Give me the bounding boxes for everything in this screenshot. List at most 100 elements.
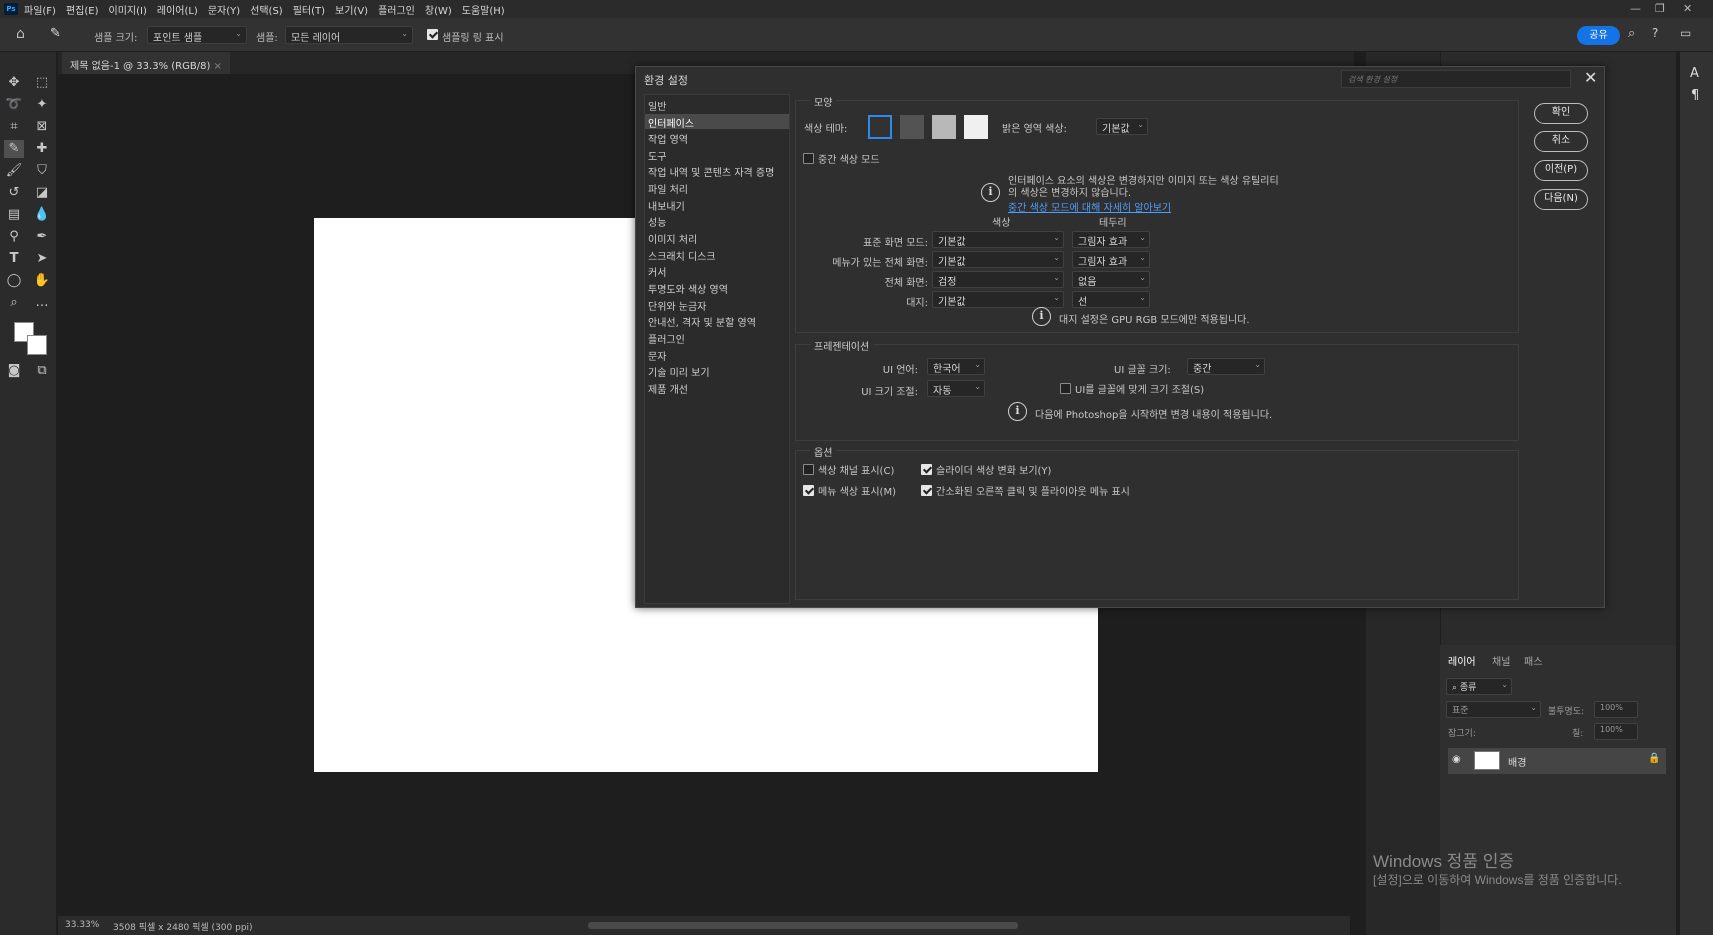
menu-file[interactable]: 파일(F) [24, 2, 56, 17]
eyedropper-tool-icon[interactable]: ✎ [50, 26, 61, 41]
search-icon[interactable]: ⌕ [1628, 26, 1635, 41]
highlight-color-select[interactable]: 기본값 ⌄ [1096, 118, 1148, 135]
nav-file-handling[interactable]: 파일 처리 [645, 180, 789, 196]
help-icon[interactable]: ? [1652, 26, 1658, 40]
fullscreen-menus-color-select[interactable]: 기본값 ⌄ [932, 251, 1064, 268]
screen-mode-icon[interactable]: ⧉ [32, 362, 52, 380]
crop-tool-icon[interactable]: ⌗ [4, 118, 24, 136]
nav-history[interactable]: 작업 내역 및 콘텐츠 자격 증명 [645, 163, 789, 179]
theme-swatch-medium[interactable] [932, 115, 956, 139]
sample-size-select[interactable]: 포인트 샘플 ⌄ [147, 26, 247, 44]
ui-language-select[interactable]: 한국어 ⌄ [927, 358, 985, 375]
tab-layers[interactable]: 레이어 [1448, 653, 1476, 668]
more-tools-icon[interactable]: … [32, 294, 52, 312]
artboard-border-select[interactable]: 선 ⌄ [1072, 291, 1150, 308]
nav-image-processing[interactable]: 이미지 처리 [645, 230, 789, 246]
close-window-icon[interactable]: ✕ [1683, 2, 1692, 15]
mid-color-learn-more-link[interactable]: 중간 색상 모드에 대해 자세히 알아보기 [1008, 199, 1171, 214]
move-tool-icon[interactable]: ✥ [4, 74, 24, 92]
stamp-tool-icon[interactable]: ⛉ [32, 162, 52, 180]
dodge-tool-icon[interactable]: ⚲ [4, 228, 24, 246]
blend-mode-select[interactable]: 표준 ⌄ [1446, 701, 1541, 718]
fullscreen-border-select[interactable]: 없음 ⌄ [1072, 271, 1150, 288]
fullscreen-menus-border-select[interactable]: 그림자 효과 ⌄ [1072, 251, 1150, 268]
gradient-tool-icon[interactable]: ▤ [4, 206, 24, 224]
ui-font-size-select[interactable]: 중간 ⌄ [1187, 358, 1265, 375]
paragraph-panel-icon[interactable]: ¶ [1691, 88, 1699, 103]
layer-row[interactable]: ◉ 배경 🔒 [1448, 748, 1666, 774]
history-brush-tool-icon[interactable]: ↺ [4, 184, 24, 202]
menu-type[interactable]: 문자(Y) [208, 2, 240, 17]
close-tab-icon[interactable]: × [214, 61, 222, 72]
mid-color-mode-checkbox[interactable] [803, 153, 814, 164]
show-channels-checkbox[interactable] [803, 464, 814, 475]
lasso-tool-icon[interactable]: ➰ [4, 96, 24, 114]
preferences-search-input[interactable]: 검색 환경 설정 [1341, 70, 1571, 88]
fill-input[interactable]: 100% [1594, 723, 1638, 740]
prev-button[interactable]: 이전(P) [1534, 160, 1588, 181]
nav-scratch-disks[interactable]: 스크래치 디스크 [645, 247, 789, 263]
menu-layer[interactable]: 레이어(L) [157, 2, 198, 17]
background-color-swatch[interactable] [27, 335, 47, 355]
nav-plugins[interactable]: 플러그인 [645, 330, 789, 346]
horizontal-scrollbar[interactable] [588, 922, 1018, 929]
frame-tool-icon[interactable]: ⊠ [32, 118, 52, 136]
standard-screen-border-select[interactable]: 그림자 효과 ⌄ [1072, 231, 1150, 248]
eye-icon[interactable]: ◉ [1452, 754, 1461, 765]
nav-performance[interactable]: 성능 [645, 213, 789, 229]
character-panel-icon[interactable]: A [1690, 66, 1699, 81]
scale-ui-to-font-checkbox[interactable] [1060, 383, 1071, 394]
menu-edit[interactable]: 편집(E) [66, 2, 99, 17]
theme-swatch-light[interactable] [964, 115, 988, 139]
artboard-color-select[interactable]: 기본값 ⌄ [932, 291, 1064, 308]
standard-screen-color-select[interactable]: 기본값 ⌄ [932, 231, 1064, 248]
hand-tool-icon[interactable]: ✋ [32, 272, 52, 290]
tab-channels[interactable]: 채널 [1492, 653, 1510, 668]
nav-guides[interactable]: 안내선, 격자 및 분할 영역 [645, 313, 789, 329]
menu-help[interactable]: 도움말(H) [462, 2, 505, 17]
magic-wand-tool-icon[interactable]: ✦ [32, 96, 52, 114]
document-tab[interactable]: 제목 없음-1 @ 33.3% (RGB/8) × [62, 52, 230, 74]
close-icon[interactable]: ✕ [1584, 68, 1597, 87]
menu-colors-checkbox[interactable] [803, 485, 814, 496]
nav-tools[interactable]: 도구 [645, 147, 789, 163]
theme-swatch-dark[interactable] [900, 115, 924, 139]
slider-color-checkbox[interactable] [921, 464, 932, 475]
healing-brush-tool-icon[interactable]: ✚ [32, 140, 52, 158]
show-sampling-ring-checkbox[interactable] [427, 29, 438, 40]
simplified-menu-checkbox[interactable] [921, 485, 932, 496]
next-button[interactable]: 다음(N) [1534, 189, 1588, 210]
nav-units-rulers[interactable]: 단위와 눈금자 [645, 297, 789, 313]
tab-paths[interactable]: 패스 [1524, 653, 1542, 668]
ellipse-tool-icon[interactable]: ◯ [4, 272, 24, 290]
nav-product-improvement[interactable]: 제품 개선 [645, 380, 789, 396]
menu-view[interactable]: 보기(V) [335, 2, 368, 17]
zoom-level[interactable]: 33.33% [65, 920, 99, 930]
nav-interface[interactable]: 인터페이스 [645, 114, 789, 130]
pen-tool-icon[interactable]: ✒ [32, 228, 52, 246]
cancel-button[interactable]: 취소 [1534, 131, 1588, 152]
menu-select[interactable]: 선택(S) [250, 2, 283, 17]
fullscreen-color-select[interactable]: 검정 ⌄ [932, 271, 1064, 288]
menu-filter[interactable]: 필터(T) [293, 2, 325, 17]
nav-general[interactable]: 일반 [645, 97, 789, 113]
path-selection-tool-icon[interactable]: ➤ [32, 250, 52, 268]
share-button[interactable]: 공유 [1577, 26, 1620, 45]
eyedropper-tool-icon[interactable]: ✎ [4, 140, 24, 158]
brush-tool-icon[interactable]: 🖌 [4, 162, 24, 180]
nav-workspace[interactable]: 작업 영역 [645, 130, 789, 146]
workspace-icon[interactable]: ▭ [1680, 26, 1691, 40]
zoom-tool-icon[interactable]: ⌕ [4, 294, 24, 312]
menu-plugins[interactable]: 플러그인 [378, 2, 415, 17]
nav-export[interactable]: 내보내기 [645, 197, 789, 213]
restore-icon[interactable]: ❐ [1655, 2, 1665, 15]
home-icon[interactable]: ⌂ [16, 26, 25, 42]
nav-transparency[interactable]: 투명도와 색상 영역 [645, 280, 789, 296]
quick-mask-icon[interactable]: ◙ [4, 362, 24, 380]
minimize-icon[interactable]: — [1630, 2, 1641, 15]
nav-type[interactable]: 문자 [645, 347, 789, 363]
blur-tool-icon[interactable]: 💧 [32, 206, 52, 224]
nav-cursors[interactable]: 커서 [645, 263, 789, 279]
ui-scale-select[interactable]: 자동 ⌄ [927, 380, 985, 397]
eraser-tool-icon[interactable]: ◪ [32, 184, 52, 202]
